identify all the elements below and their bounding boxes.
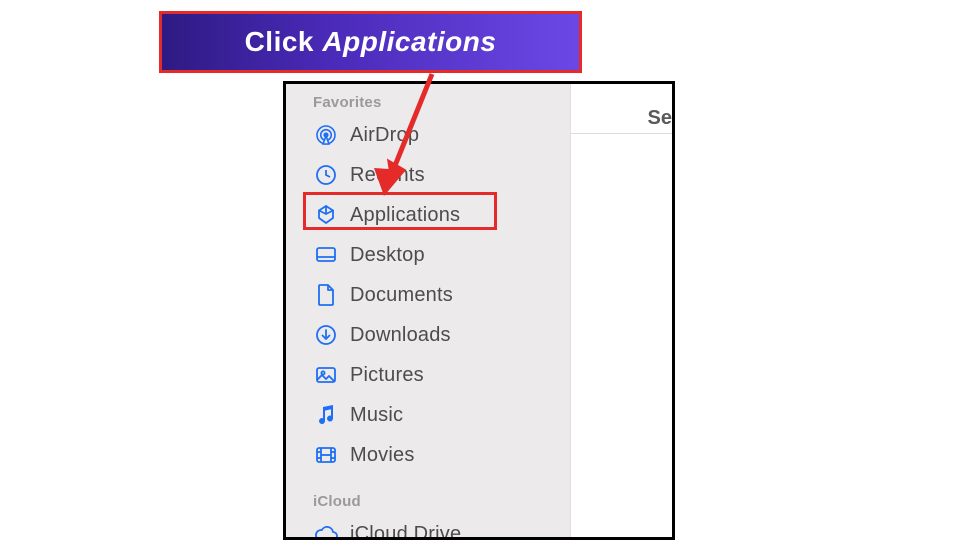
- sidebar-item-label: iCloud Drive: [350, 523, 461, 540]
- sidebar-item-label: Downloads: [350, 324, 451, 347]
- sidebar-item-music[interactable]: Music: [286, 395, 570, 435]
- sidebar-item-label: Recents: [350, 164, 425, 187]
- sidebar-item-label: Desktop: [350, 244, 425, 267]
- sidebar-item-label: Documents: [350, 284, 453, 307]
- sidebar-item-label: AirDrop: [350, 124, 419, 147]
- sidebar-item-recents[interactable]: Recents: [286, 155, 570, 195]
- desktop-icon: [312, 241, 340, 269]
- callout-prefix: Click: [245, 26, 314, 58]
- sidebar-item-label: Applications: [350, 204, 460, 227]
- toolbar-search-fragment[interactable]: Se: [648, 107, 672, 130]
- callout-target: Applications: [322, 26, 496, 58]
- sidebar-item-label: Music: [350, 404, 403, 427]
- instruction-callout: Click Applications: [159, 11, 582, 73]
- cloud-icon: [312, 520, 340, 540]
- music-icon: [312, 401, 340, 429]
- sidebar-item-applications[interactable]: Applications: [286, 195, 570, 235]
- film-icon: [312, 441, 340, 469]
- sidebar-section-favorites: Favorites: [286, 88, 570, 115]
- finder-sidebar: Favorites AirDrop Recents: [286, 84, 571, 537]
- sidebar-item-pictures[interactable]: Pictures: [286, 355, 570, 395]
- clock-icon: [312, 161, 340, 189]
- finder-window: Favorites AirDrop Recents: [283, 81, 675, 540]
- applications-icon: [312, 201, 340, 229]
- picture-icon: [312, 361, 340, 389]
- sidebar-section-icloud: iCloud: [286, 487, 570, 514]
- airdrop-icon: [312, 121, 340, 149]
- sidebar-item-airdrop[interactable]: AirDrop: [286, 115, 570, 155]
- sidebar-item-downloads[interactable]: Downloads: [286, 315, 570, 355]
- download-icon: [312, 321, 340, 349]
- sidebar-item-desktop[interactable]: Desktop: [286, 235, 570, 275]
- sidebar-item-documents[interactable]: Documents: [286, 275, 570, 315]
- sidebar-item-label: Pictures: [350, 364, 424, 387]
- finder-toolbar: Se: [571, 84, 675, 134]
- finder-content-pane: Se: [571, 84, 675, 537]
- sidebar-item-label: Movies: [350, 444, 415, 467]
- document-icon: [312, 281, 340, 309]
- sidebar-item-movies[interactable]: Movies: [286, 435, 570, 475]
- sidebar-item-icloud-drive[interactable]: iCloud Drive: [286, 514, 570, 540]
